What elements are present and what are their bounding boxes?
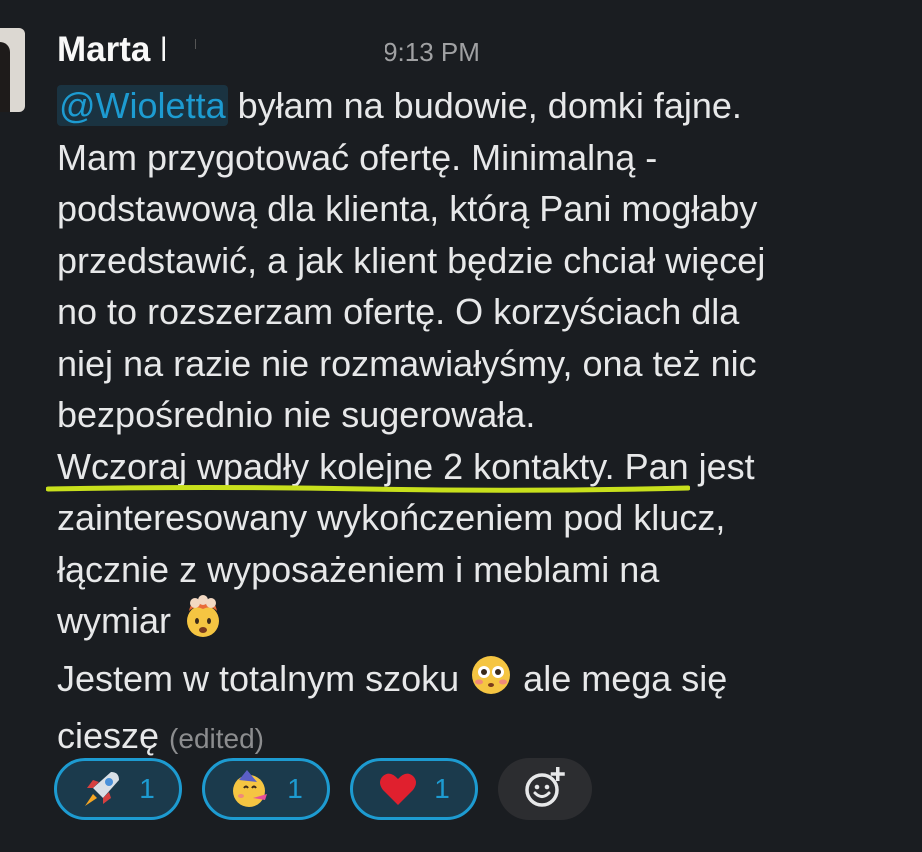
reaction-red-heart[interactable]: 1 <box>350 758 478 820</box>
message-text: była​m na budowie, domki fajne. <box>237 85 742 126</box>
message-text: Jestem w totalnym szoku <box>57 657 460 699</box>
message-line-7: bezpośrednio nie sugerowała. <box>57 394 536 435</box>
message-line-12: Jestem w totalnym szoku ale mega się <box>57 653 907 711</box>
message-text: cieszę <box>57 715 160 756</box>
message-line-11: wymiar <box>57 595 907 653</box>
partying-face-icon <box>229 768 271 810</box>
message-text: ale mega się <box>523 657 728 699</box>
highlight-underline <box>46 485 690 493</box>
message-line-1: @Wioletta była​m na budowie, domki fajne… <box>57 80 907 132</box>
message-line-10: łącznie z wyposażeniem i meblami na <box>57 548 660 590</box>
reaction-count: 1 <box>434 773 450 804</box>
message-timestamp[interactable]: 9:13 PM <box>383 37 480 68</box>
reaction-rocket[interactable]: 1 <box>54 758 182 820</box>
message-line-9: zainteresowany wykończeniem pod klucz, <box>57 497 726 538</box>
add-reaction-button[interactable] <box>498 758 592 820</box>
exploding-head-emoji-icon <box>181 595 225 653</box>
avatar-hair-shape <box>0 42 10 112</box>
message-header: Marta B. 9:13 PM <box>57 30 480 74</box>
message-line-3: podstawową dla klienta, którą Pani mogła… <box>57 188 758 229</box>
reaction-count: 1 <box>139 773 155 804</box>
message-line-6: niej na razie nie rozmawiałyśmy, ona też… <box>57 342 757 384</box>
message-line-4: przedstawić, a jak klient będzie chciał … <box>57 239 766 281</box>
edited-label: (edited) <box>169 723 264 754</box>
red-heart-icon <box>378 769 418 809</box>
reactions-bar: 1 1 1 <box>54 758 592 820</box>
reaction-count: 1 <box>287 773 303 804</box>
message-line-2: Mam przygotować ofertę. Minimalną - <box>57 136 658 178</box>
message-line-5: no to rozszerzam ofertę. O korzyściach d… <box>57 291 740 332</box>
user-mention[interactable]: @Wioletta <box>57 85 228 126</box>
rocket-icon <box>81 768 123 810</box>
flushed-face-emoji-icon <box>469 653 513 711</box>
message-body: @Wioletta była​m na budowie, domki fajne… <box>57 80 907 765</box>
avatar[interactable] <box>0 28 25 112</box>
add-emoji-icon <box>522 764 568 815</box>
message-text: wymiar <box>57 600 171 641</box>
message-line-14: cieszę (edited) <box>57 710 907 765</box>
reaction-partying-face[interactable]: 1 <box>202 758 330 820</box>
redacted-area <box>165 31 386 61</box>
